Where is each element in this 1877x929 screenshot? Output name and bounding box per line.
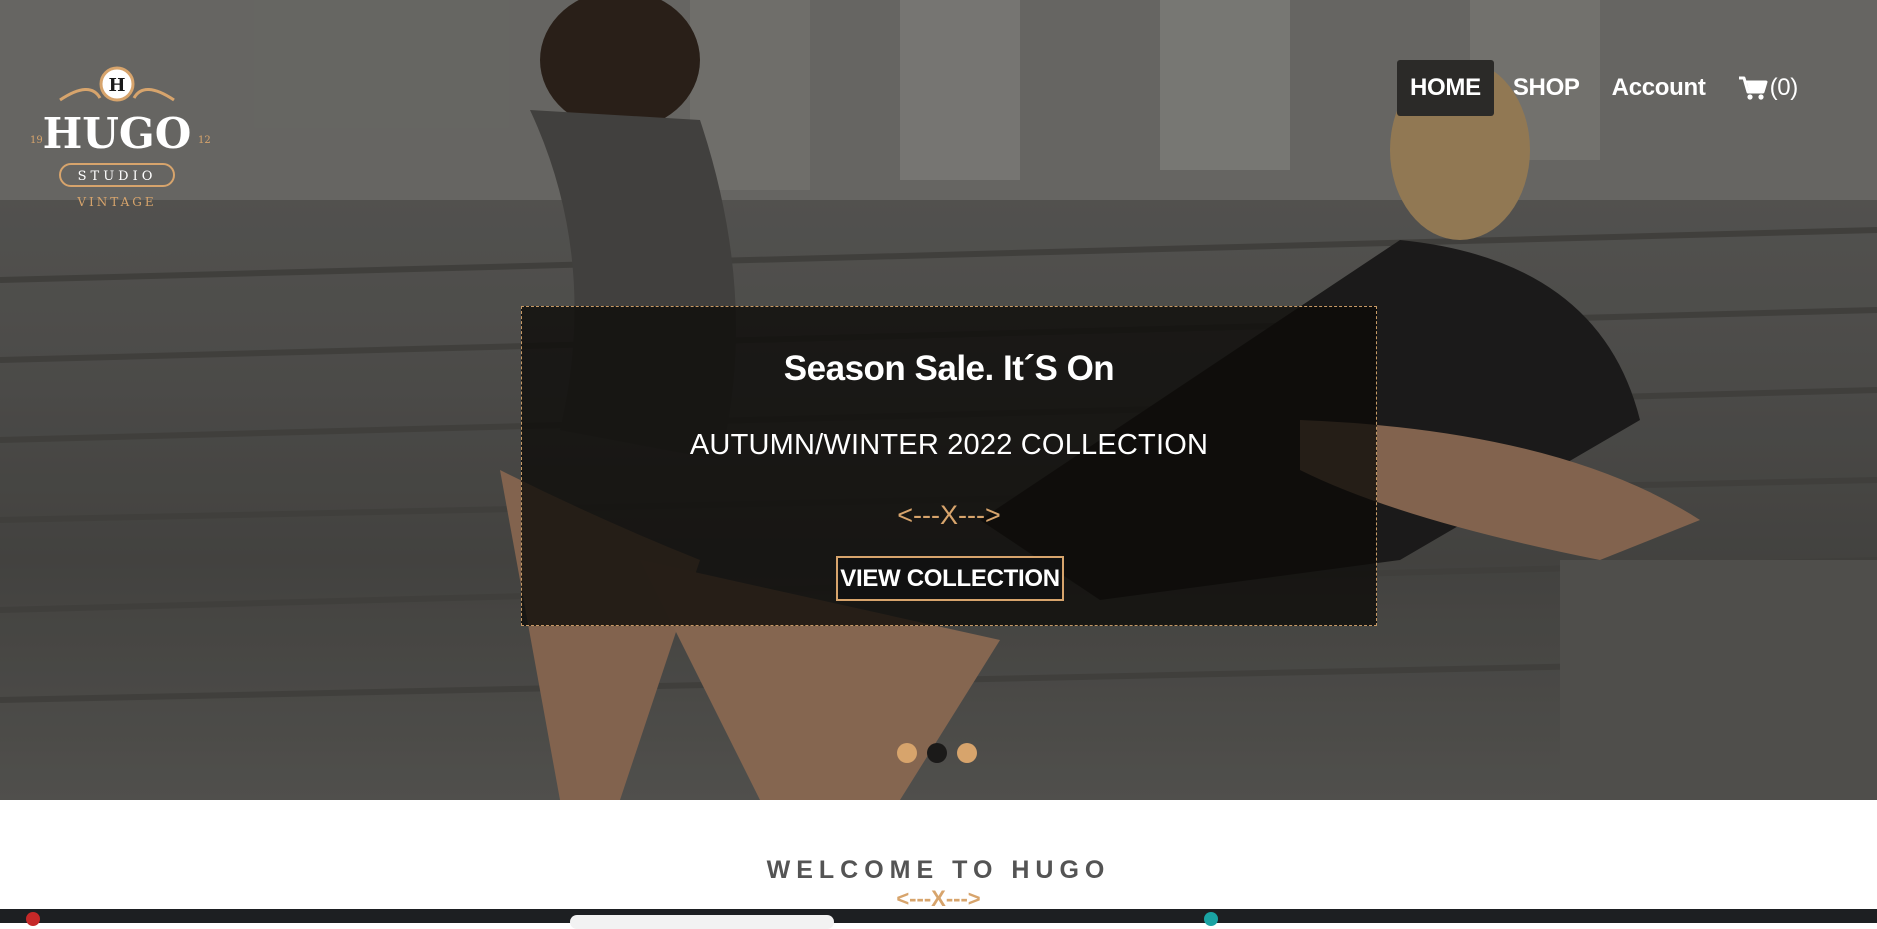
carousel-dots xyxy=(897,743,977,763)
svg-text:HUGO: HUGO xyxy=(43,109,192,158)
view-collection-button[interactable]: VIEW COLLECTION xyxy=(836,556,1064,601)
cart-icon xyxy=(1738,76,1768,100)
svg-text:H: H xyxy=(108,75,125,96)
svg-text:STUDIO: STUDIO xyxy=(78,169,157,184)
promo-divider: <---X---> xyxy=(897,500,1001,530)
carousel-dot-active[interactable] xyxy=(927,743,947,763)
carousel-dot[interactable] xyxy=(957,743,977,763)
notification-icon[interactable] xyxy=(26,912,40,926)
app-icon[interactable] xyxy=(1204,912,1218,926)
main-nav: HOME SHOP Account (0) xyxy=(1397,60,1811,116)
os-taskbar xyxy=(0,909,1877,929)
svg-text:19: 19 xyxy=(30,135,43,146)
brand-logo[interactable]: H HUGO 19 12 STUDIO VINTAGE xyxy=(20,60,220,220)
svg-text:VINTAGE: VINTAGE xyxy=(76,195,156,209)
nav-shop[interactable]: SHOP xyxy=(1500,60,1593,116)
taskbar-search-pill[interactable] xyxy=(570,915,834,929)
nav-cart[interactable]: (0) xyxy=(1725,60,1811,116)
nav-account[interactable]: Account xyxy=(1599,60,1719,116)
promo-box: Season Sale. It´S On AUTUMN/WINTER 2022 … xyxy=(521,306,1377,626)
cart-count: (0) xyxy=(1769,74,1799,101)
promo-subtitle: AUTUMN/WINTER 2022 COLLECTION xyxy=(689,429,1209,461)
promo-title: Season Sale. It´S On xyxy=(783,349,1115,388)
welcome-heading: WELCOME TO HUGO xyxy=(766,856,1111,884)
nav-home[interactable]: HOME xyxy=(1397,60,1494,116)
carousel-dot[interactable] xyxy=(897,743,917,763)
svg-text:12: 12 xyxy=(198,135,211,146)
